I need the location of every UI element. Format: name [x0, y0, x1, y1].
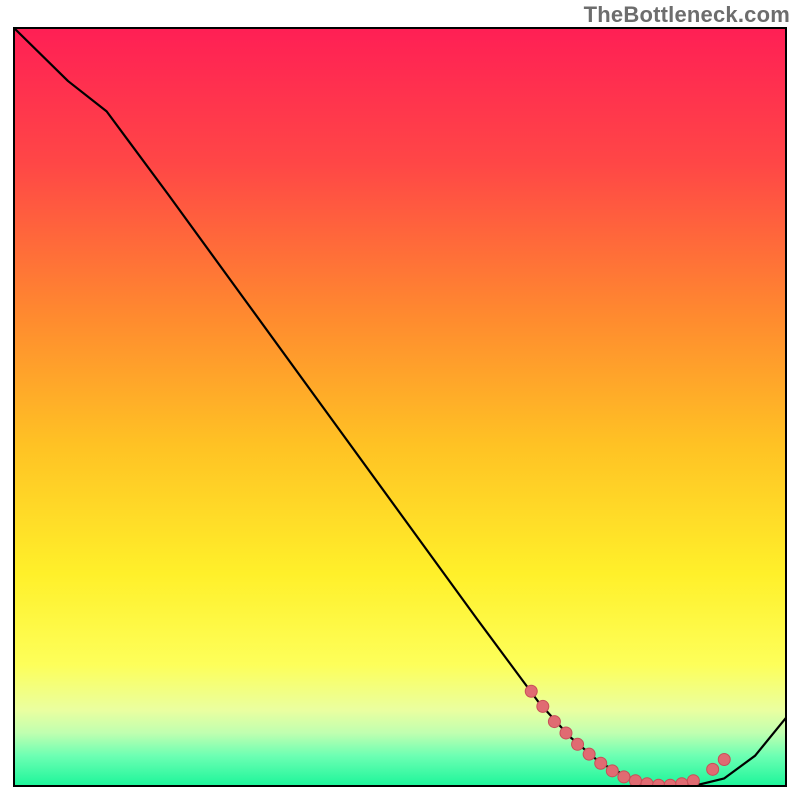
- chart-stage: TheBottleneck.com: [0, 0, 800, 800]
- chart-svg: [0, 0, 800, 800]
- bead-point: [583, 748, 595, 760]
- bead-point: [618, 771, 630, 783]
- bead-point: [548, 716, 560, 728]
- bead-point: [718, 753, 730, 765]
- bead-point: [595, 757, 607, 769]
- bead-point: [525, 685, 537, 697]
- bead-point: [572, 738, 584, 750]
- bead-point: [641, 778, 653, 790]
- bead-point: [606, 765, 618, 777]
- bead-point: [707, 763, 719, 775]
- bead-point: [560, 727, 572, 739]
- bead-point: [687, 775, 699, 787]
- bead-point: [537, 700, 549, 712]
- bead-point: [676, 778, 688, 790]
- bead-point: [629, 775, 641, 787]
